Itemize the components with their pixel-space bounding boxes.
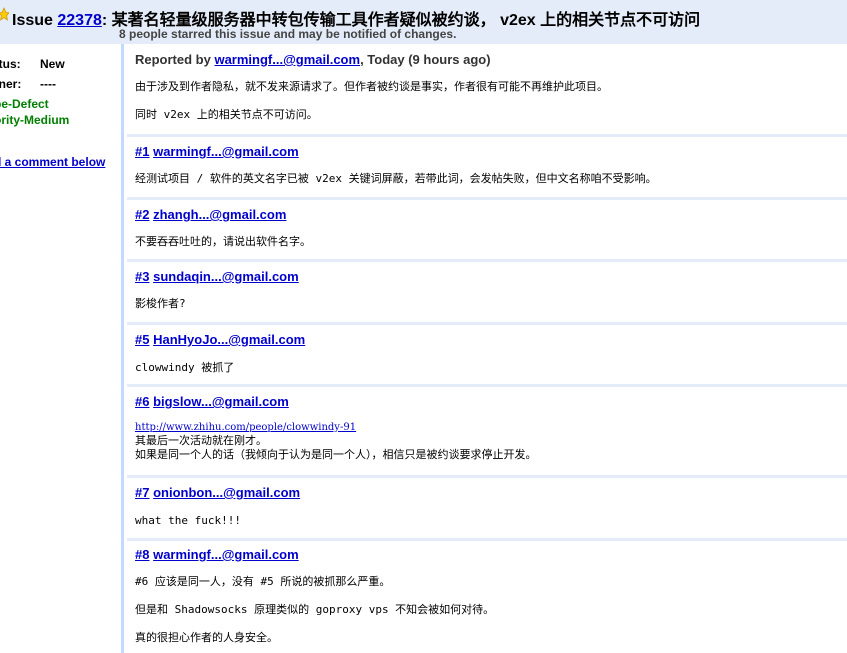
comment-author-link[interactable]: warmingf...@gmail.com [153,547,299,562]
comment-7: #7 onionbon...@gmail.com what the fuck!!… [127,475,847,538]
comment-author-link[interactable]: sundaqin...@gmail.com [153,269,299,284]
comment-header: #8 warmingf...@gmail.com [135,547,299,562]
comment-author-link[interactable]: zhangh...@gmail.com [153,207,286,222]
comment-line: 经测试项目 / 软件的英文名字已被 v2ex 关键词屏蔽，若带此词，会发帖失败，… [135,172,657,185]
comment-line: 其最后一次活动就在刚才。 [135,434,267,447]
comment-3: #3 sundaqin...@gmail.com 影梭作者? [127,259,847,322]
report-prefix: Reported by [135,52,211,67]
owner-value: ---- [40,77,56,91]
status-value: New [40,57,65,71]
comment-number-link[interactable]: #2 [135,207,149,222]
comment-5: #5 HanHyoJo...@gmail.com clowwindy 被抓了 [127,322,847,384]
status-key: atus: [0,57,21,71]
comment-6: #6 bigslow...@gmail.com http://www.zhihu… [127,384,847,475]
comment-number-link[interactable]: #1 [135,144,149,159]
comment-1: #1 warmingf...@gmail.com 经测试项目 / 软件的英文名字… [127,134,847,197]
comment-number-link[interactable]: #7 [135,485,149,500]
issue-number-link[interactable]: 22378 [57,12,102,29]
comment-line: #6 应该是同一人，没有 #5 所说的被抓那么严重。 [135,575,391,588]
comment-2: #2 zhangh...@gmail.com 不要吞吞吐吐的，请说出软件名字。 [127,197,847,259]
comment-8: #8 warmingf...@gmail.com #6 应该是同一人，没有 #5… [127,538,847,653]
comment-number-link[interactable]: #6 [135,394,149,409]
comment-header: #5 HanHyoJo...@gmail.com [135,332,305,347]
owner-row: vner: ---- [0,77,56,91]
comment-author-link[interactable]: onionbon...@gmail.com [153,485,300,500]
comment-number-link[interactable]: #5 [135,332,149,347]
comment-number-link[interactable]: #8 [135,547,149,562]
label-priority-medium[interactable]: ority-Medium [0,113,69,127]
comment-line: 但是和 Shadowsocks 原理类似的 goproxy vps 不知会被如何… [135,603,495,616]
starred-note: 8 people starred this issue and may be n… [119,27,457,41]
report-header: Reported by warmingf...@gmail.com, Today… [135,52,491,67]
star-icon[interactable] [0,7,9,21]
add-comment-link[interactable]: d a comment below [0,155,105,169]
report-line: 同时 v2ex 上的相关节点不可访问。 [135,108,318,121]
comment-header: #1 warmingf...@gmail.com [135,144,299,159]
issue-sep: : [101,12,108,29]
issue-label: Issue [12,12,53,29]
comment-header: #7 onionbon...@gmail.com [135,485,300,500]
comment-line: 影梭作者? [135,297,186,310]
zhihu-profile-link[interactable]: http://www.zhihu.com/people/clowwindy-91 [135,422,356,433]
report-time: , Today (9 hours ago) [360,52,491,67]
issue-header: Issue 22378: 某著名轻量级服务器中转包传输工具作者疑似被约谈， v2… [0,0,847,44]
comment-author-link[interactable]: bigslow...@gmail.com [153,394,289,409]
comment-line: clowwindy 被抓了 [135,361,235,374]
comment-header: #6 bigslow...@gmail.com [135,394,289,409]
report-line: 由于涉及到作者隐私，就不发来源请求了。但作者被约谈是事实，作者很有可能不再维护此… [135,80,608,93]
comment-author-link[interactable]: warmingf...@gmail.com [153,144,299,159]
comment-line: what the fuck!!! [135,514,241,527]
comment-header: #2 zhangh...@gmail.com [135,207,286,222]
comment-number-link[interactable]: #3 [135,269,149,284]
comment-author-link[interactable]: HanHyoJo...@gmail.com [153,332,305,347]
comment-header: #3 sundaqin...@gmail.com [135,269,299,284]
label-type-defect[interactable]: pe-Defect [0,97,49,111]
report-author-link[interactable]: warmingf...@gmail.com [214,52,360,67]
comment-line: 如果是同一个人的话（我倾向于认为是同一个人），相信只是被约谈要求停止开发。 [135,448,537,461]
issue-report: Reported by warmingf...@gmail.com, Today… [127,44,847,136]
status-row: atus: New [0,57,65,71]
comment-line: 不要吞吞吐吐的，请说出软件名字。 [135,235,311,248]
comment-url: http://www.zhihu.com/people/clowwindy-91 [135,421,356,435]
comments-panel: Reported by warmingf...@gmail.com, Today… [124,44,847,653]
owner-key: vner: [0,77,22,91]
issue-meta-sidebar: atus: New vner: ---- pe-Defect ority-Mediu… [0,44,124,653]
comment-line: 真的很担心作者的人身安全。 [135,631,278,644]
